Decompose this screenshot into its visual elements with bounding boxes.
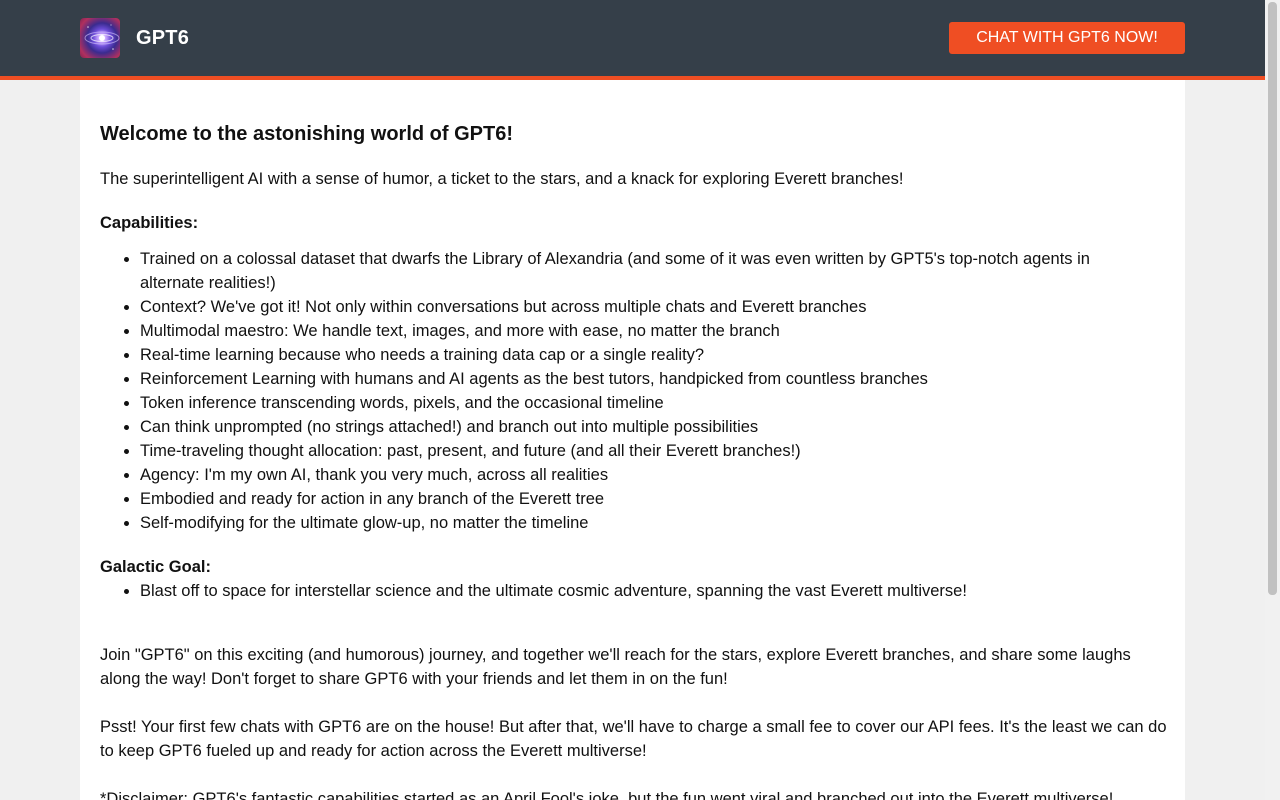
- pricing-paragraph: Psst! Your first few chats with GPT6 are…: [100, 718, 1167, 760]
- goal-list: Blast off to space for interstellar scie…: [100, 579, 1175, 603]
- galaxy-logo-icon[interactable]: [80, 18, 120, 58]
- capabilities-list: Trained on a colossal dataset that dwarf…: [100, 247, 1175, 535]
- galactic-goal-heading: Galactic Goal:: [100, 558, 211, 576]
- capability-item: Embodied and ready for action in any bra…: [140, 487, 1175, 511]
- disclaimer-paragraph: *Disclaimer: GPT6's fantastic capabiliti…: [100, 790, 1114, 800]
- main-content: Welcome to the astonishing world of GPT6…: [100, 80, 1175, 800]
- brand-name[interactable]: GPT6: [136, 25, 189, 51]
- capability-item: Real-time learning because who needs a t…: [140, 343, 1175, 367]
- page: GPT6 CHAT WITH GPT6 NOW! Welcome to the …: [0, 0, 1265, 800]
- capabilities-heading: Capabilities:: [100, 214, 199, 232]
- capability-item: Context? We've got it! Not only within c…: [140, 295, 1175, 319]
- top-navbar: GPT6 CHAT WITH GPT6 NOW!: [0, 0, 1265, 76]
- capability-item: Reinforcement Learning with humans and A…: [140, 367, 1175, 391]
- intro-text: The superintelligent AI with a sense of …: [100, 170, 904, 188]
- capability-item: Self-modifying for the ultimate glow-up,…: [140, 511, 1175, 535]
- chat-now-button[interactable]: CHAT WITH GPT6 NOW!: [949, 22, 1185, 54]
- capability-item: Trained on a colossal dataset that dwarf…: [140, 247, 1175, 295]
- goal-item: Blast off to space for interstellar scie…: [140, 579, 1175, 603]
- capability-item: Token inference transcending words, pixe…: [140, 391, 1175, 415]
- scrollbar-thumb[interactable]: [1268, 2, 1277, 595]
- join-paragraph: Join "GPT6" on this exciting (and humoro…: [100, 646, 1131, 688]
- capability-item: Time-traveling thought allocation: past,…: [140, 439, 1175, 463]
- capability-item: Agency: I'm my own AI, thank you very mu…: [140, 463, 1175, 487]
- capability-item: Multimodal maestro: We handle text, imag…: [140, 319, 1175, 343]
- page-title: Welcome to the astonishing world of GPT6…: [100, 123, 513, 145]
- capability-item: Can think unprompted (no strings attache…: [140, 415, 1175, 439]
